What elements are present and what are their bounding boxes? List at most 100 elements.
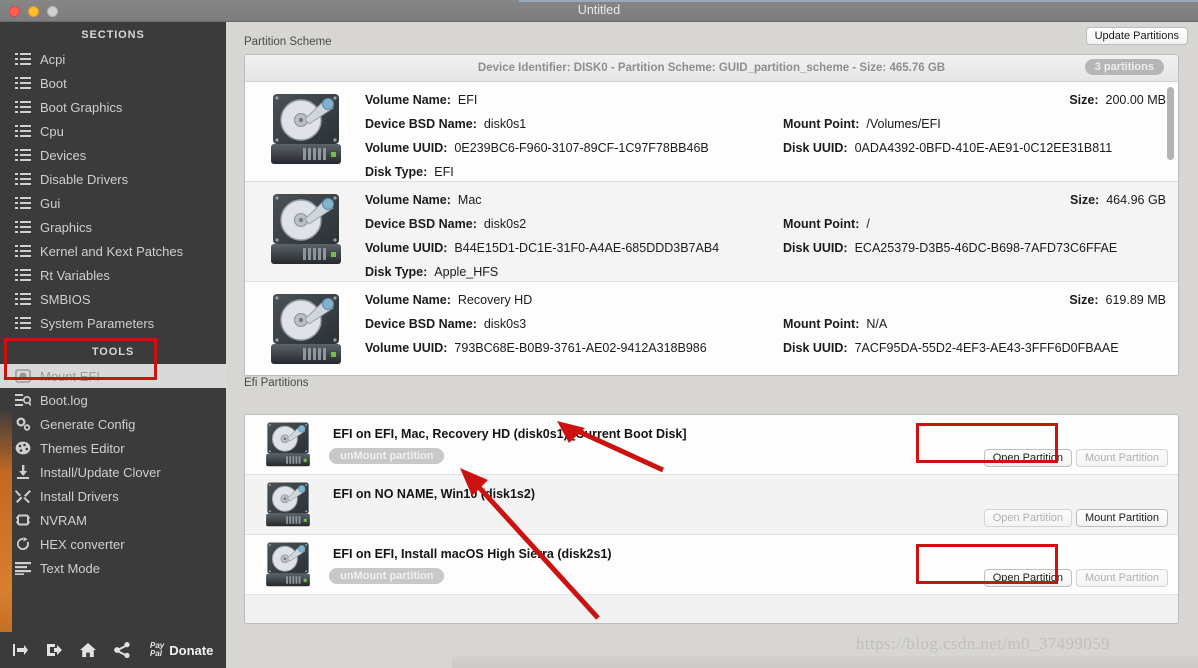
volume-uuid-label: Volume UUID: xyxy=(365,141,448,155)
sidebar-item-kernel-and-kext-patches[interactable]: Kernel and Kext Patches xyxy=(0,239,226,263)
app-window: Untitled SECTIONS Acpi Boot Boot Graphics C… xyxy=(0,0,1198,668)
size-value: 200.00 MB xyxy=(1105,93,1166,107)
sidebar-item-gui[interactable]: Gui xyxy=(0,191,226,215)
mount-partition-button[interactable]: Mount Partition xyxy=(1076,509,1168,527)
efi-partitions-label: Efi Partitions xyxy=(244,377,309,389)
disk-uuid-cell: Disk UUID: ECA25379-D3B5-46DC-B698-7AFD73… xyxy=(783,241,1117,255)
sidebar-item-system-parameters[interactable]: System Parameters xyxy=(0,311,226,335)
share-icon[interactable] xyxy=(112,640,132,660)
mount-point-cell: Mount Point: /Volumes/EFI xyxy=(783,117,941,131)
list-icon xyxy=(14,51,32,67)
list-icon xyxy=(14,171,32,187)
open-partition-button[interactable]: Open Partition xyxy=(983,449,1073,467)
palette-icon xyxy=(14,440,32,456)
update-partitions-button[interactable]: Update Partitions xyxy=(1085,27,1188,45)
sidebar-item-boot[interactable]: Boot xyxy=(0,71,226,95)
sidebar-tool-boot-log[interactable]: Boot.log xyxy=(0,388,226,412)
sidebar-tool-nvram[interactable]: NVRAM xyxy=(0,508,226,532)
efi-row-buttons: Open Partition Mount Partition xyxy=(983,509,1168,527)
sidebar-item-cpu[interactable]: Cpu xyxy=(0,119,226,143)
list-icon xyxy=(14,147,32,163)
sidebar-tool-label: Boot.log xyxy=(40,392,88,408)
efi-partition-row[interactable]: EFI on EFI, Install macOS High Sierra (d… xyxy=(245,535,1178,595)
field-volume-uuid-row: Volume UUID: B44E15D1-DC1E-31F0-A4AE-685D… xyxy=(365,236,1168,260)
sidebar-tool-label: Themes Editor xyxy=(40,440,125,456)
list-icon xyxy=(14,195,32,211)
unmount-partition-badge[interactable]: unMount partition xyxy=(329,448,445,464)
donate-label: Donate xyxy=(169,642,214,658)
efi-partition-row[interactable]: EFI on NO NAME, Win10 (disk1s2) Open Part… xyxy=(245,475,1178,535)
partition-scheme-label: Partition Scheme xyxy=(244,36,332,48)
sidebar-tool-generate-config[interactable]: Generate Config xyxy=(0,412,226,436)
sidebar-tool-themes-editor[interactable]: Themes Editor xyxy=(0,436,226,460)
sidebar-item-label: Devices xyxy=(40,147,87,163)
efi-rows-container: EFI on EFI, Mac, Recovery HD (disk0s1) [… xyxy=(245,415,1178,595)
sidebar-item-rt-variables[interactable]: Rt Variables xyxy=(0,263,226,287)
sidebar-item-graphics[interactable]: Graphics xyxy=(0,215,226,239)
size-value: 464.96 GB xyxy=(1106,193,1166,207)
sidebar-tool-label: Install/Update Clover xyxy=(40,464,161,480)
volume-name-value: Mac xyxy=(457,193,482,207)
disk-type-value: Apple_HFS xyxy=(434,265,499,279)
list-icon xyxy=(14,219,32,235)
sidebar-tool-hex-converter[interactable]: HEX converter xyxy=(0,532,226,556)
sidebar-item-disable-drivers[interactable]: Disable Drivers xyxy=(0,167,226,191)
size-cell: Size: 200.00 MB xyxy=(1069,93,1166,107)
export-icon[interactable] xyxy=(44,640,64,660)
sidebar: SECTIONS Acpi Boot Boot Graphics Cpu Devices… xyxy=(0,22,226,668)
field-bsd-name-row: Device BSD Name: disk0s1 Mount Point: /Volu… xyxy=(365,112,1168,136)
field-bsd-name-row: Device BSD Name: disk0s3 Mount Point: N/A xyxy=(365,312,1168,336)
mount-partition-button[interactable]: Mount Partition xyxy=(1076,569,1168,587)
sidebar-item-label: System Parameters xyxy=(40,315,155,331)
partition-row[interactable]: Volume Name: Recovery HD Size: 619.89 MB Dev… xyxy=(245,282,1178,375)
list-icon xyxy=(14,243,32,259)
volume-uuid-value: 0E239BC6-F960-3107-89CF-1C97F78BB46B xyxy=(454,141,709,155)
open-partition-button[interactable]: Open Partition xyxy=(983,569,1073,587)
paypal-donate-button[interactable]: Pay Pal Donate xyxy=(150,642,213,658)
hard-drive-icon xyxy=(263,540,313,590)
partition-row[interactable]: Volume Name: EFI Size: 200.00 MB Device BSD … xyxy=(245,82,1178,182)
sidebar-item-acpi[interactable]: Acpi xyxy=(0,47,226,71)
list-icon xyxy=(14,315,32,331)
hard-drive-icon xyxy=(263,480,313,530)
scrollbar-thumb[interactable] xyxy=(1167,87,1174,160)
mount-partition-button[interactable]: Mount Partition xyxy=(1076,449,1168,467)
sidebar-tool-label: Generate Config xyxy=(40,416,136,432)
sidebar-tool-install-drivers[interactable]: Install Drivers xyxy=(0,484,226,508)
partition-scheme-header: Device Identifier: DISK0 - Partition Sch… xyxy=(245,55,1178,82)
sidebar-tool-install-update-clover[interactable]: Install/Update Clover xyxy=(0,460,226,484)
unmount-partition-badge[interactable]: unMount partition xyxy=(329,568,445,584)
disk-type-label: Disk Type: xyxy=(365,265,428,279)
home-icon[interactable] xyxy=(78,640,98,660)
sidebar-tool-text-mode[interactable]: Text Mode xyxy=(0,556,226,580)
sidebar-tool-label: Text Mode xyxy=(40,560,100,576)
list-icon xyxy=(14,267,32,283)
window-bottom-strip xyxy=(452,656,1198,668)
sidebar-item-label: Cpu xyxy=(40,123,64,139)
sidebar-item-smbios[interactable]: SMBIOS xyxy=(0,287,226,311)
partition-row[interactable]: Volume Name: Mac Size: 464.96 GB Device BSD … xyxy=(245,182,1178,282)
disk-mount-icon xyxy=(14,368,32,384)
list-icon xyxy=(14,99,32,115)
import-icon[interactable] xyxy=(10,640,30,660)
open-partition-button[interactable]: Open Partition xyxy=(983,509,1073,527)
partition-fields: Volume Name: EFI Size: 200.00 MB Device BSD … xyxy=(365,88,1168,184)
volume-name-value: EFI xyxy=(457,93,478,107)
sidebar-tool-mount-efi[interactable]: Mount EFI xyxy=(0,364,226,388)
mount-point-cell: Mount Point: / xyxy=(783,217,870,231)
field-volume-name-row: Volume Name: EFI Size: 200.00 MB xyxy=(365,88,1168,112)
field-volume-uuid-row: Volume UUID: 793BC68E-B0B9-3761-AE02-9412… xyxy=(365,336,1168,360)
efi-panel-empty-area xyxy=(245,595,1178,623)
volume-name-value: Recovery HD xyxy=(457,293,533,307)
sidebar-sections-header: SECTIONS xyxy=(81,29,145,41)
device-summary-text: Device Identifier: DISK0 - Partition Sch… xyxy=(477,62,946,74)
tools-icon xyxy=(14,488,32,504)
sidebar-item-boot-graphics[interactable]: Boot Graphics xyxy=(0,95,226,119)
efi-partition-title: EFI on EFI, Mac, Recovery HD (disk0s1) [… xyxy=(333,427,687,441)
partition-scheme-scrollbar[interactable] xyxy=(1165,85,1176,374)
sidebar-tool-label: Mount EFI xyxy=(40,368,100,384)
sidebar-item-devices[interactable]: Devices xyxy=(0,143,226,167)
efi-partition-row[interactable]: EFI on EFI, Mac, Recovery HD (disk0s1) [… xyxy=(245,415,1178,475)
size-label: Size: xyxy=(1069,293,1099,307)
sidebar-tool-label: HEX converter xyxy=(40,536,125,552)
